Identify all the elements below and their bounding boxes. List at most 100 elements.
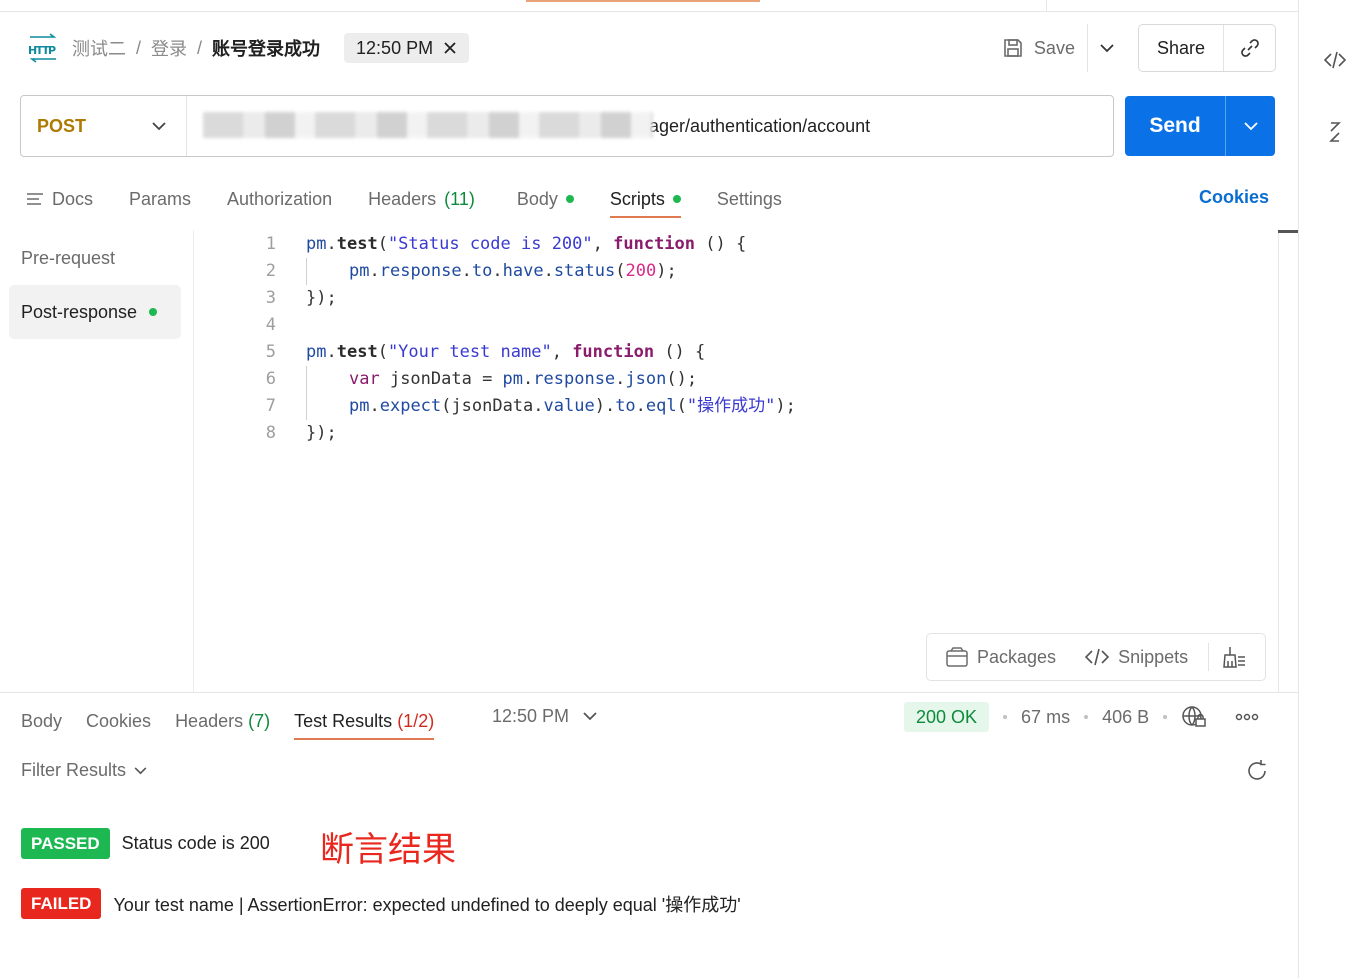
send-label: Send: [1149, 114, 1201, 137]
cookies-link[interactable]: Cookies: [1199, 187, 1269, 208]
response-size[interactable]: 406 B: [1102, 707, 1149, 728]
indent-guide: [306, 393, 349, 420]
tab-body[interactable]: Body: [517, 180, 574, 218]
code-token: (: [615, 261, 626, 281]
filter-results-dropdown[interactable]: Filter Results: [21, 760, 147, 781]
code-token: .: [326, 234, 337, 254]
snippets-button[interactable]: Snippets: [1084, 647, 1188, 668]
sidebar-item-post-response[interactable]: Post-response: [9, 285, 181, 339]
chevron-down-icon: [1243, 121, 1258, 130]
code-token: ,: [551, 342, 573, 362]
editor-scrollbar-thumb[interactable]: [1278, 230, 1298, 233]
status-badge[interactable]: 200 OK: [904, 702, 990, 732]
code-token: });: [306, 288, 337, 308]
code-line: 2 pm. response. to. have. status(200);: [240, 258, 796, 285]
chevron-down-icon: [583, 712, 597, 721]
editor-scrollbar[interactable]: [1278, 230, 1279, 692]
close-icon[interactable]: [443, 41, 457, 55]
headers-count: (7): [248, 710, 271, 731]
response-meta: 200 OK 67 ms 406 B: [904, 702, 1259, 732]
save-options-button[interactable]: [1088, 24, 1126, 72]
code-token: .: [369, 396, 380, 416]
url-input[interactable]: ager/authentication/account: [187, 111, 871, 138]
tab-test-results[interactable]: Test Results (1/2): [294, 702, 435, 740]
line-number: 4: [265, 315, 276, 335]
separator-dot: [1003, 715, 1008, 719]
breadcrumb-collection[interactable]: 测试二: [72, 35, 126, 61]
tab-authorization[interactable]: Authorization: [227, 180, 332, 218]
tab-scripts[interactable]: Scripts: [609, 180, 681, 218]
save-icon: [1004, 39, 1022, 57]
code-token: "操作成功": [686, 396, 776, 416]
tab-response-headers[interactable]: Headers (7): [175, 702, 270, 740]
test-result-row: PASSED Status code is 200: [21, 828, 270, 859]
tab-settings[interactable]: Settings: [717, 180, 782, 218]
code-line: 3 });: [240, 285, 796, 312]
refresh-button[interactable]: [1244, 758, 1270, 789]
svg-text:HTTP: HTTP: [28, 44, 56, 57]
request-tabs: Docs Params Authorization Headers (11) B…: [26, 180, 818, 220]
code-snippet-icon[interactable]: [1318, 43, 1352, 77]
broom-icon: [1223, 647, 1246, 668]
copy-link-button[interactable]: [1223, 25, 1275, 71]
tab-label: Test Results: [294, 710, 393, 731]
divider: [1208, 643, 1210, 671]
response-duration[interactable]: 67 ms: [1021, 707, 1070, 728]
response-history-select[interactable]: 12:50 PM: [492, 706, 597, 727]
tab-params[interactable]: Params: [129, 180, 191, 218]
tab-label: Body: [21, 710, 63, 731]
tab-docs[interactable]: Docs: [26, 180, 93, 218]
response-divider: [0, 692, 1298, 693]
test-results-count: (1/2): [397, 710, 435, 731]
docs-icon: [27, 193, 43, 205]
expand-arrows-icon[interactable]: [1318, 115, 1352, 149]
history-time-chip[interactable]: 12:50 PM: [344, 33, 470, 63]
response-tabs: Body Cookies Headers (7) Test Results (1…: [21, 702, 458, 742]
packages-button[interactable]: Packages: [945, 646, 1056, 668]
breadcrumb-separator: /: [197, 37, 203, 58]
send-button[interactable]: Send: [1125, 96, 1275, 156]
send-options-button[interactable]: [1226, 121, 1275, 131]
save-button[interactable]: Save: [1002, 24, 1087, 72]
code-token: json: [625, 369, 667, 389]
tab-headers[interactable]: Headers (11): [368, 180, 475, 218]
code-token: (: [377, 234, 388, 254]
code-token: have: [502, 261, 544, 281]
line-number: 8: [265, 423, 276, 443]
code-token: ,: [592, 234, 614, 254]
status-dot: [565, 195, 574, 203]
code-editor[interactable]: 1 pm. test("Status code is 200", function…: [240, 231, 796, 447]
tab-response-cookies[interactable]: Cookies: [86, 702, 151, 740]
line-number: 5: [265, 342, 276, 362]
share-button[interactable]: Share: [1139, 38, 1223, 59]
globe-lock-icon[interactable]: [1181, 705, 1207, 729]
request-name[interactable]: 账号登录成功: [212, 35, 320, 61]
status-dot: [149, 308, 158, 316]
annotation-label: 断言结果: [320, 831, 456, 869]
line-number: 7: [265, 396, 276, 416]
more-options-icon[interactable]: [1235, 713, 1259, 721]
test-result-text: Status code is 200: [121, 833, 270, 853]
format-button[interactable]: [1221, 645, 1247, 669]
method-select[interactable]: POST: [21, 96, 187, 156]
breadcrumb-folder[interactable]: 登录: [151, 35, 187, 61]
tab-authorization-label: Authorization: [227, 188, 333, 209]
filter-label: Filter Results: [21, 760, 127, 780]
code-token: .: [326, 342, 337, 362]
code-token: pm: [349, 396, 370, 416]
code-token: () {: [695, 234, 747, 254]
redacted-url: [203, 111, 653, 138]
sidebar-item-label: Post-response: [21, 301, 138, 322]
code-line: 8 });: [240, 420, 796, 447]
code-token: (: [676, 396, 687, 416]
code-line: 1 pm. test("Status code is 200", function…: [240, 231, 796, 258]
tab-response-body[interactable]: Body: [21, 702, 62, 740]
code-token: pm: [306, 342, 327, 362]
line-number: 2: [265, 261, 276, 281]
code-token: (jsonData.: [441, 396, 544, 416]
url-text: ager/authentication/account: [649, 115, 871, 136]
sidebar-item-pre-request[interactable]: Pre-request: [9, 231, 181, 285]
code-token: to: [615, 396, 636, 416]
breadcrumb-separator: /: [136, 37, 142, 58]
tabbar-separator: [1046, 0, 1047, 11]
